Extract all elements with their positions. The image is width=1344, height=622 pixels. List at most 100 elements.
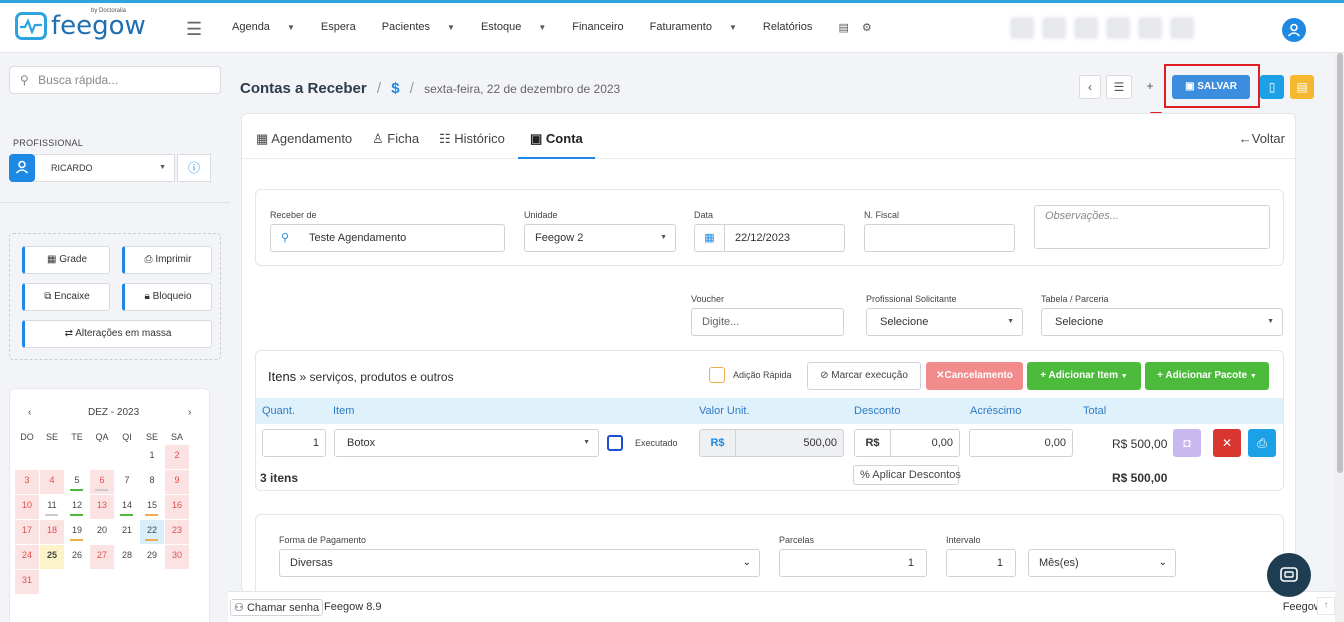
chevron-right-icon[interactable]: › bbox=[188, 407, 191, 418]
calendar-day[interactable]: 3 bbox=[15, 470, 39, 494]
bloqueio-button[interactable]: 🔒︎ Bloqueio bbox=[122, 283, 212, 311]
calendar-day[interactable]: 7 bbox=[115, 470, 139, 494]
calendar-day[interactable]: 12 bbox=[65, 495, 89, 519]
list-button[interactable]: ☰ bbox=[1106, 75, 1132, 99]
calendar-day[interactable]: 22 bbox=[140, 520, 164, 544]
menu-item-estoque[interactable]: Estoque ▼ bbox=[481, 21, 559, 34]
blurred-icon[interactable] bbox=[1010, 17, 1034, 39]
calendar-day[interactable]: 14 bbox=[115, 495, 139, 519]
calendar-day[interactable]: 24 bbox=[15, 545, 39, 569]
calendar-day[interactable]: 10 bbox=[15, 495, 39, 519]
parcelas-input[interactable]: 1 bbox=[779, 549, 927, 577]
executado-checkbox[interactable] bbox=[607, 435, 623, 451]
item-select[interactable]: Botox ▼ bbox=[334, 429, 599, 457]
desconto-input[interactable]: R$ 0,00 bbox=[854, 429, 960, 457]
calendar-day[interactable]: 15 bbox=[140, 495, 164, 519]
delete-row-button[interactable]: ✕ bbox=[1213, 429, 1241, 457]
user-avatar-icon[interactable] bbox=[1282, 18, 1306, 42]
adicao-rapida-checkbox[interactable] bbox=[709, 367, 725, 383]
prof-solicitante-select[interactable]: Selecione ▼ bbox=[866, 308, 1023, 336]
tab-agendamento[interactable]: ▦ Agendamento bbox=[256, 131, 352, 147]
forma-pagamento-select[interactable]: Diversas ⌄ bbox=[279, 549, 760, 577]
add-button[interactable]: + bbox=[1140, 75, 1160, 99]
calendar-day[interactable]: 30 bbox=[165, 545, 189, 569]
database-icon[interactable]: ▤ bbox=[838, 21, 848, 34]
unidade-select[interactable]: Feegow 2 ▼ bbox=[524, 224, 676, 252]
acrescimo-input[interactable]: 0,00 bbox=[969, 429, 1073, 457]
calendar-day[interactable]: 11 bbox=[40, 495, 64, 519]
blurred-icon[interactable] bbox=[1106, 17, 1130, 39]
receber-de-input[interactable]: ⚲ Teste Agendamento bbox=[270, 224, 505, 252]
calendar-day[interactable]: 20 bbox=[90, 520, 114, 544]
blurred-icon[interactable] bbox=[1138, 17, 1162, 39]
calendar-day[interactable]: 21 bbox=[115, 520, 139, 544]
professional-select[interactable]: RICARDO ▼ bbox=[35, 154, 175, 182]
back-chevron-button[interactable]: ‹ bbox=[1079, 75, 1101, 99]
menu-item-relatorios[interactable]: Relatórios bbox=[763, 21, 826, 34]
voltar-link[interactable]: ←Voltar bbox=[1239, 131, 1285, 146]
calendar-day[interactable]: 27 bbox=[90, 545, 114, 569]
calendar-day[interactable]: 25 bbox=[40, 545, 64, 569]
brand-logo[interactable]: feegow by Doctoralia bbox=[15, 8, 146, 40]
calendar-day[interactable]: 31 bbox=[15, 570, 39, 594]
chamar-senha-button[interactable]: ⚇ Chamar senha bbox=[230, 599, 324, 616]
menu-item-agenda[interactable]: Agenda ▼ bbox=[232, 21, 308, 34]
periodo-select[interactable]: Mês(es) ⌄ bbox=[1028, 549, 1176, 577]
calendar-day[interactable]: 28 bbox=[115, 545, 139, 569]
menu-item-financeiro[interactable]: Financeiro bbox=[572, 21, 636, 34]
calendar-day[interactable]: 8 bbox=[140, 470, 164, 494]
calendar-day[interactable]: 29 bbox=[140, 545, 164, 569]
tab-historico[interactable]: ☷ Histórico bbox=[439, 131, 505, 147]
blurred-icon[interactable] bbox=[1170, 17, 1194, 39]
cancelamento-button[interactable]: ✕Cancelamento bbox=[926, 362, 1023, 390]
calendar-day[interactable]: 6 bbox=[90, 470, 114, 494]
quantity-input[interactable]: 1 bbox=[262, 429, 326, 457]
aplicar-descontos-button[interactable]: % Aplicar Descontos bbox=[853, 465, 961, 485]
calendar-day[interactable]: 4 bbox=[40, 470, 64, 494]
receipt-button[interactable]: ▤ bbox=[1290, 75, 1314, 99]
menu-item-faturamento[interactable]: Faturamento ▼ bbox=[650, 21, 750, 34]
grade-button[interactable]: ▦ Grade bbox=[22, 246, 110, 274]
tabela-select[interactable]: Selecione ▼ bbox=[1041, 308, 1283, 336]
scrollbar-thumb[interactable] bbox=[1337, 53, 1343, 473]
data-input[interactable]: ▦ 22/12/2023 bbox=[694, 224, 845, 252]
voucher-input[interactable]: Digite... bbox=[691, 308, 844, 336]
gear-icon[interactable]: ⚙ bbox=[862, 21, 872, 34]
tab-ficha[interactable]: ♙ Ficha bbox=[372, 131, 419, 147]
calendar-day[interactable]: 13 bbox=[90, 495, 114, 519]
encaixe-button[interactable]: ⧉ Encaixe bbox=[22, 283, 110, 311]
calendar-day[interactable]: 18 bbox=[40, 520, 64, 544]
chat-widget-icon[interactable] bbox=[1267, 553, 1311, 597]
menu-item-pacientes[interactable]: Pacientes ▼ bbox=[382, 21, 468, 34]
alteracoes-em-massa-button[interactable]: ⇄ Alterações em massa bbox=[22, 320, 212, 348]
package-button[interactable]: ◘ bbox=[1173, 429, 1201, 457]
calendar-day[interactable]: 17 bbox=[15, 520, 39, 544]
info-icon[interactable]: ⓘ bbox=[177, 154, 211, 182]
valor-unit-input[interactable]: R$ 500,00 bbox=[699, 429, 844, 457]
quick-search-input[interactable]: ⚲ Busca rápida... bbox=[9, 66, 221, 94]
adicionar-item-button[interactable]: + Adicionar Item ▼ bbox=[1027, 362, 1141, 390]
calendar-day[interactable]: 2 bbox=[165, 445, 189, 469]
menu-item-espera[interactable]: Espera bbox=[321, 21, 369, 34]
chevron-left-icon[interactable]: ‹ bbox=[28, 407, 31, 418]
calendar-day[interactable]: 23 bbox=[165, 520, 189, 544]
marcar-execucao-button[interactable]: ⊘ Marcar execução bbox=[807, 362, 921, 390]
calendar-day[interactable]: 16 bbox=[165, 495, 189, 519]
calendar-day[interactable]: 26 bbox=[65, 545, 89, 569]
calendar-day[interactable]: 5 bbox=[65, 470, 89, 494]
blurred-icon[interactable] bbox=[1042, 17, 1066, 39]
document-button[interactable]: ▯ bbox=[1260, 75, 1284, 99]
adicionar-pacote-button[interactable]: + Adicionar Pacote ▼ bbox=[1145, 362, 1269, 390]
scroll-top-icon[interactable]: ↑ bbox=[1317, 597, 1335, 615]
calendar-day[interactable]: 9 bbox=[165, 470, 189, 494]
hamburger-menu-icon[interactable]: ☰ bbox=[186, 19, 202, 40]
intervalo-input[interactable]: 1 bbox=[946, 549, 1016, 577]
blurred-icon[interactable] bbox=[1074, 17, 1098, 39]
nfiscal-input[interactable] bbox=[864, 224, 1015, 252]
calendar-day[interactable]: 19 bbox=[65, 520, 89, 544]
observacoes-textarea[interactable]: Observações... bbox=[1034, 205, 1270, 249]
print-row-button[interactable]: ⎙ bbox=[1248, 429, 1276, 457]
calendar-day[interactable]: 1 bbox=[140, 445, 164, 469]
tab-conta[interactable]: ▣ Conta bbox=[530, 131, 583, 147]
imprimir-button[interactable]: ⎙ Imprimir bbox=[122, 246, 212, 274]
